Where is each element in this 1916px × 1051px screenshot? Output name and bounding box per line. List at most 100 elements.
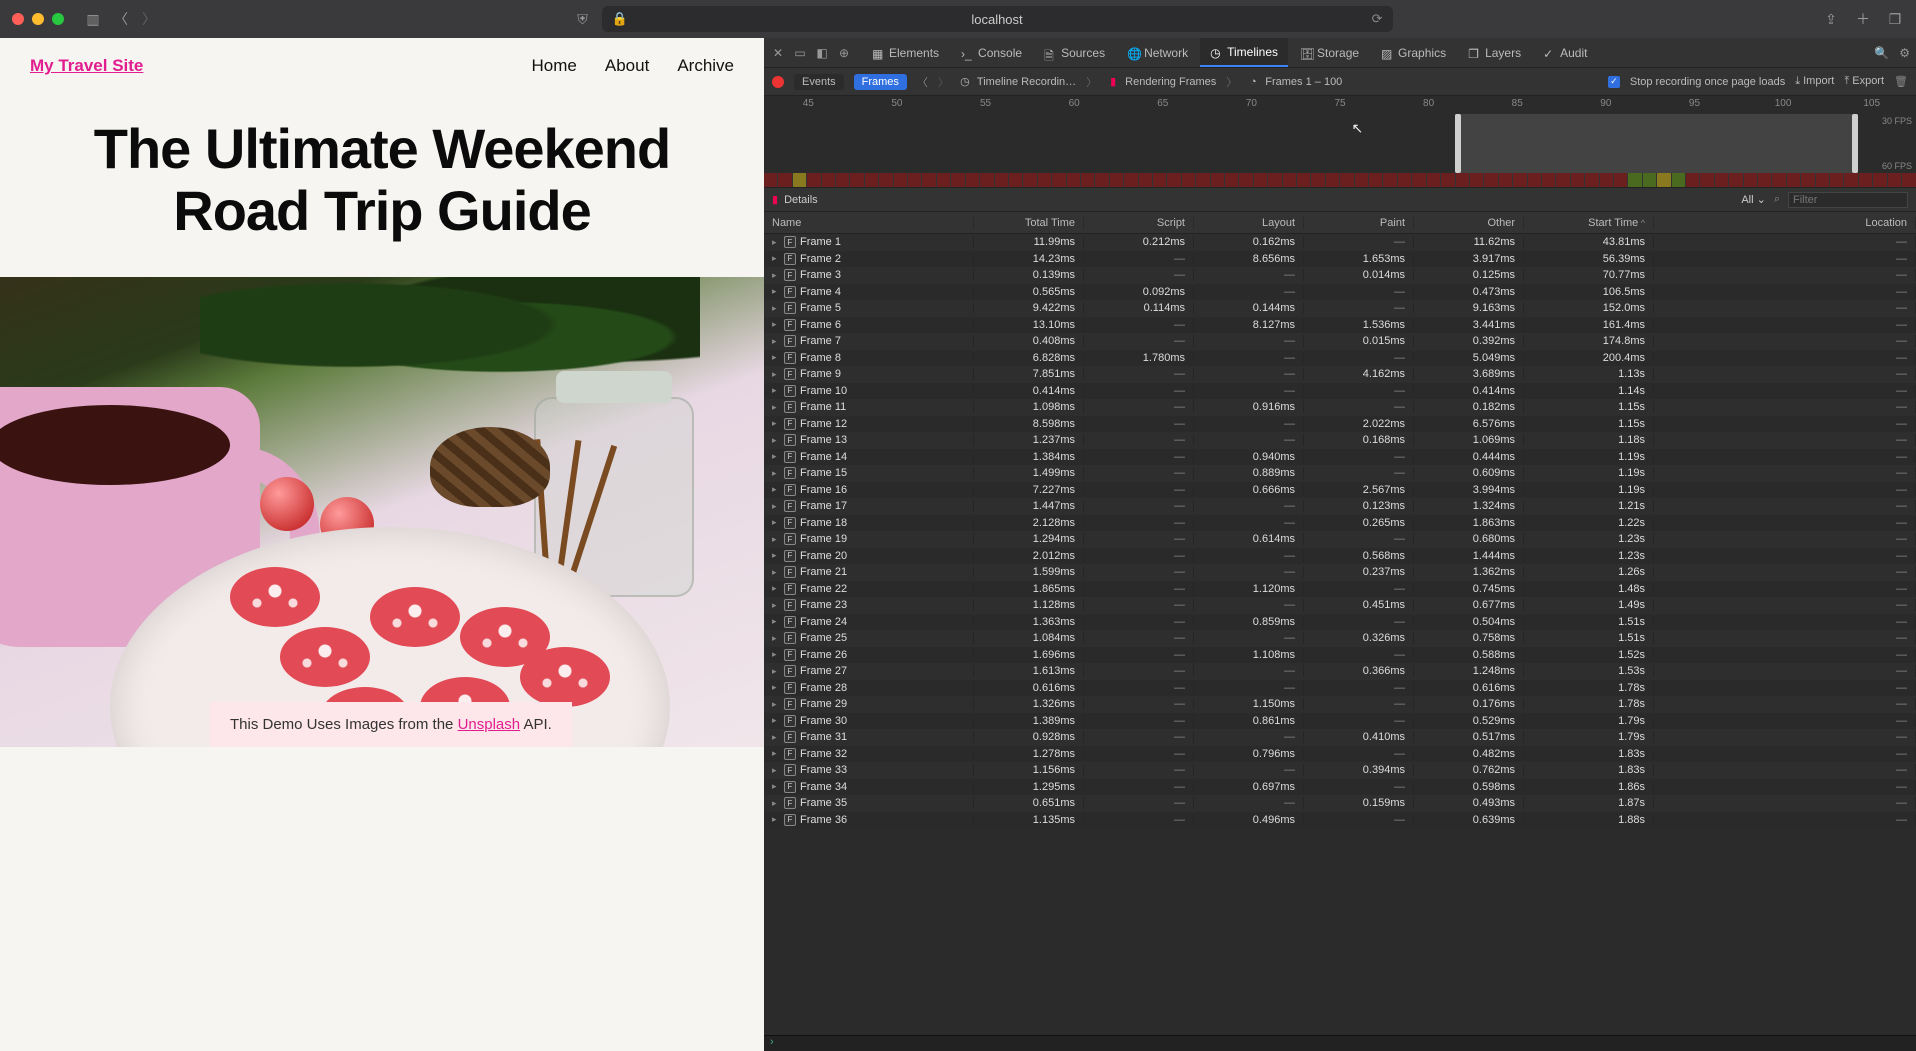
table-row[interactable]: ▸F Frame 251.084ms——0.326ms0.758ms1.51s—	[764, 630, 1916, 647]
nav-about[interactable]: About	[605, 56, 649, 76]
tabs-overview-icon[interactable]: ❐	[1886, 10, 1904, 28]
address-bar[interactable]: 🔒 localhost ⟳	[602, 6, 1393, 32]
overview-selection[interactable]	[1455, 114, 1858, 173]
new-tab-icon[interactable]: ＋	[1854, 10, 1872, 28]
mouse-cursor-icon: ↖	[1352, 120, 1364, 136]
crumb-back[interactable]: 〈	[917, 74, 928, 90]
table-row[interactable]: ▸F Frame 40.565ms0.092ms——0.473ms106.5ms…	[764, 284, 1916, 301]
network-icon: 🌐	[1127, 47, 1139, 59]
nav-home[interactable]: Home	[532, 56, 577, 76]
table-row[interactable]: ▸F Frame 131.237ms——0.168ms1.069ms1.18s—	[764, 432, 1916, 449]
record-button[interactable]	[772, 76, 784, 88]
table-row[interactable]: ▸F Frame 241.363ms—0.859ms—0.504ms1.51s—	[764, 614, 1916, 631]
forward-button[interactable]: 〉	[140, 10, 158, 28]
table-row[interactable]: ▸F Frame 151.499ms—0.889ms—0.609ms1.19s—	[764, 465, 1916, 482]
filter-input[interactable]	[1788, 192, 1908, 208]
table-row[interactable]: ▸F Frame 202.012ms——0.568ms1.444ms1.23s—	[764, 548, 1916, 565]
table-row[interactable]: ▸F Frame 100.414ms———0.414ms1.14s—	[764, 383, 1916, 400]
col-name[interactable]: Name	[764, 217, 974, 229]
table-row[interactable]: ▸F Frame 613.10ms—8.127ms1.536ms3.441ms1…	[764, 317, 1916, 334]
table-row[interactable]: ▸F Frame 211.599ms——0.237ms1.362ms1.26s—	[764, 564, 1916, 581]
search-icon[interactable]: 🔍	[1874, 46, 1889, 60]
share-icon[interactable]: ⇪	[1822, 10, 1840, 28]
back-button[interactable]: 〈	[112, 10, 130, 28]
table-row[interactable]: ▸F Frame 321.278ms—0.796ms—0.482ms1.83s—	[764, 746, 1916, 763]
tab-layers[interactable]: ❐Layers	[1458, 38, 1531, 67]
table-row[interactable]: ▸F Frame 171.447ms——0.123ms1.324ms1.21s—	[764, 498, 1916, 515]
import-button[interactable]: ⤓ Import	[1795, 75, 1834, 88]
events-toggle[interactable]: Events	[794, 74, 844, 90]
site-brand-link[interactable]: My Travel Site	[30, 56, 143, 76]
col-paint[interactable]: Paint	[1304, 217, 1414, 229]
table-row[interactable]: ▸F Frame 59.422ms0.114ms0.144ms—9.163ms1…	[764, 300, 1916, 317]
breadcrumb-range[interactable]: ◔Frames 1 – 100	[1247, 76, 1342, 88]
inspect-element-icon[interactable]: ⊕	[836, 46, 852, 60]
table-row[interactable]: ▸F Frame 361.135ms—0.496ms—0.639ms1.88s—	[764, 812, 1916, 829]
frames-toggle[interactable]: Frames	[854, 74, 907, 90]
col-other[interactable]: Other	[1414, 217, 1524, 229]
table-row[interactable]: ▸F Frame 128.598ms——2.022ms6.576ms1.15s—	[764, 416, 1916, 433]
dock-bottom-icon[interactable]: ▭	[792, 46, 808, 60]
tab-sources[interactable]: 🗎Sources	[1034, 38, 1115, 67]
table-row[interactable]: ▸F Frame 111.99ms0.212ms0.162ms—11.62ms4…	[764, 234, 1916, 251]
zoom-window-button[interactable]	[52, 13, 64, 25]
tab-timelines[interactable]: ◷Timelines	[1200, 38, 1288, 67]
breadcrumb-recording[interactable]: ◷Timeline Recordin…	[959, 76, 1076, 88]
col-total[interactable]: Total Time	[974, 217, 1084, 229]
console-drawer[interactable]: ›	[764, 1035, 1916, 1051]
settings-icon[interactable]: ⚙	[1899, 46, 1910, 60]
table-row[interactable]: ▸F Frame 231.128ms——0.451ms0.677ms1.49s—	[764, 597, 1916, 614]
table-row[interactable]: ▸F Frame 271.613ms——0.366ms1.248ms1.53s—	[764, 663, 1916, 680]
table-row[interactable]: ▸F Frame 167.227ms—0.666ms2.567ms3.994ms…	[764, 482, 1916, 499]
table-row[interactable]: ▸F Frame 331.156ms——0.394ms0.762ms1.83s—	[764, 762, 1916, 779]
table-row[interactable]: ▸F Frame 350.651ms——0.159ms0.493ms1.87s—	[764, 795, 1916, 812]
col-script[interactable]: Script	[1084, 217, 1194, 229]
table-row[interactable]: ▸F Frame 261.696ms—1.108ms—0.588ms1.52s—	[764, 647, 1916, 664]
overview-handle-left[interactable]	[1455, 114, 1461, 173]
tab-audit[interactable]: ✓Audit	[1533, 38, 1597, 67]
table-row[interactable]: ▸F Frame 191.294ms—0.614ms—0.680ms1.23s—	[764, 531, 1916, 548]
col-start[interactable]: Start Time	[1524, 217, 1654, 229]
table-row[interactable]: ▸F Frame 221.865ms—1.120ms—0.745ms1.48s—	[764, 581, 1916, 598]
overview-handle-right[interactable]	[1852, 114, 1858, 173]
table-row[interactable]: ▸F Frame 291.326ms—1.150ms—0.176ms1.78s—	[764, 696, 1916, 713]
table-row[interactable]: ▸F Frame 301.389ms—0.861ms—0.529ms1.79s—	[764, 713, 1916, 730]
scope-select[interactable]: All ⌄	[1741, 193, 1766, 206]
table-row[interactable]: ▸F Frame 310.928ms——0.410ms0.517ms1.79s—	[764, 729, 1916, 746]
close-devtools-icon[interactable]: ✕	[770, 46, 786, 60]
reload-icon[interactable]: ⟳	[1372, 11, 1383, 27]
col-layout[interactable]: Layout	[1194, 217, 1304, 229]
frames-table[interactable]: Name Total Time Script Layout Paint Othe…	[764, 212, 1916, 1035]
dock-side-icon[interactable]: ◧	[814, 46, 830, 60]
caption-link[interactable]: Unsplash	[458, 716, 521, 733]
table-row[interactable]: ▸F Frame 111.098ms—0.916ms—0.182ms1.15s—	[764, 399, 1916, 416]
table-row[interactable]: ▸F Frame 30.139ms——0.014ms0.125ms70.77ms…	[764, 267, 1916, 284]
table-row[interactable]: ▸F Frame 70.408ms——0.015ms0.392ms174.8ms…	[764, 333, 1916, 350]
table-row[interactable]: ▸F Frame 141.384ms—0.940ms—0.444ms1.19s—	[764, 449, 1916, 466]
col-location[interactable]: Location	[1654, 217, 1916, 229]
table-row[interactable]: ▸F Frame 341.295ms—0.697ms—0.598ms1.86s—	[764, 779, 1916, 796]
nav-archive[interactable]: Archive	[677, 56, 734, 76]
table-row[interactable]: ▸F Frame 182.128ms——0.265ms1.863ms1.22s—	[764, 515, 1916, 532]
table-row[interactable]: ▸F Frame 214.23ms—8.656ms1.653ms3.917ms5…	[764, 251, 1916, 268]
breadcrumb-rendering[interactable]: ▮Rendering Frames	[1107, 76, 1216, 88]
table-row[interactable]: ▸F Frame 97.851ms——4.162ms3.689ms1.13s—	[764, 366, 1916, 383]
shield-icon[interactable]: ⛨	[574, 10, 592, 28]
export-button[interactable]: ⤒ Export	[1844, 75, 1884, 88]
tab-network[interactable]: 🌐Network	[1117, 38, 1198, 67]
table-row[interactable]: ▸F Frame 280.616ms———0.616ms1.78s—	[764, 680, 1916, 697]
tab-elements[interactable]: ▦Elements	[862, 38, 949, 67]
tab-storage[interactable]: 🗄Storage	[1290, 38, 1369, 67]
close-window-button[interactable]	[12, 13, 24, 25]
tab-console[interactable]: ›_Console	[951, 38, 1032, 67]
ruler-tick: 70	[1246, 98, 1257, 109]
minimize-window-button[interactable]	[32, 13, 44, 25]
timeline-overview[interactable]: 4550556065707580859095100105 ↖ 30 FPS 60…	[764, 96, 1916, 188]
crumb-forward[interactable]: 〉	[938, 74, 949, 90]
sources-icon: 🗎	[1044, 47, 1056, 59]
tab-graphics[interactable]: ▨Graphics	[1371, 38, 1456, 67]
stop-on-load-checkbox[interactable]: ✓	[1608, 76, 1620, 88]
clear-icon[interactable]: 🗑	[1894, 75, 1908, 88]
sidebar-toggle-icon[interactable]: ▥	[84, 10, 102, 28]
table-row[interactable]: ▸F Frame 86.828ms1.780ms——5.049ms200.4ms…	[764, 350, 1916, 367]
